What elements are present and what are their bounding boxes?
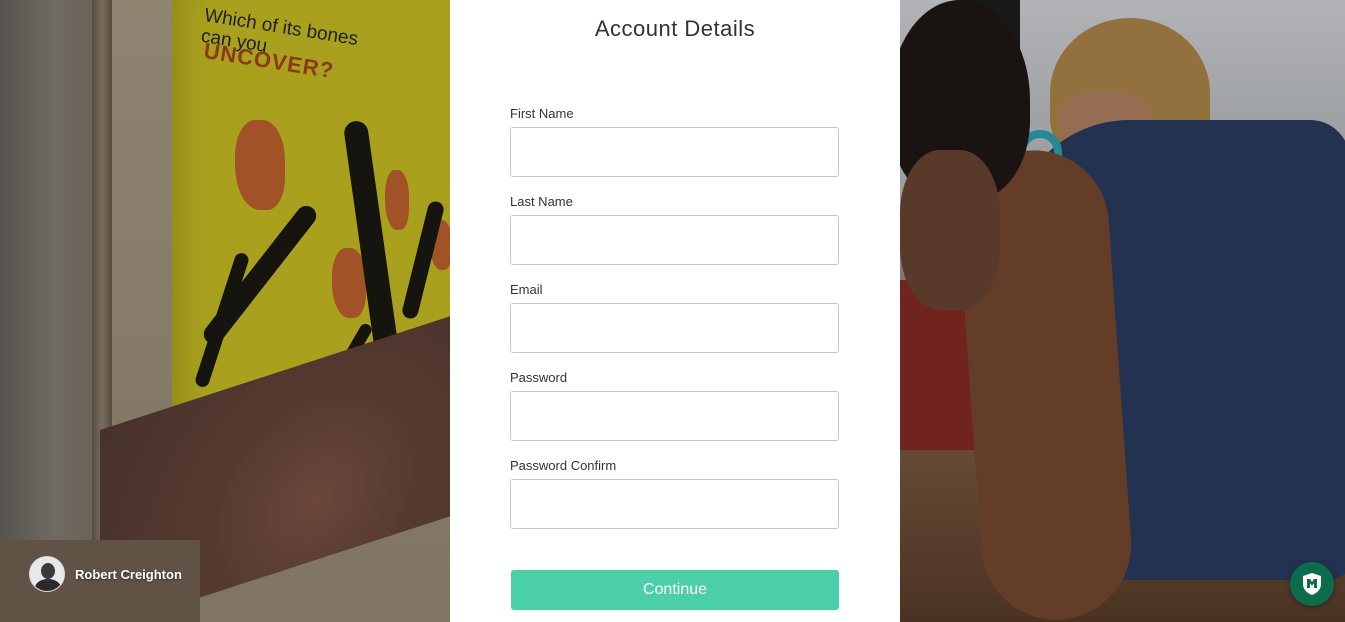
email-field: Email: [510, 282, 839, 353]
continue-button[interactable]: Continue: [511, 570, 839, 610]
first-name-field: First Name: [510, 106, 839, 177]
last-name-field: Last Name: [510, 194, 839, 265]
photo-shade: [900, 0, 1345, 622]
email-label: Email: [510, 282, 543, 297]
first-name-label: First Name: [510, 106, 574, 121]
background-photo-left: Which of its bones can you UNCOVER?: [0, 0, 450, 622]
avatar[interactable]: [29, 556, 65, 592]
email-input[interactable]: [510, 303, 839, 353]
account-details-panel: Account Details First Name Last Name Ema…: [450, 0, 900, 622]
background-photo-right: [900, 0, 1345, 622]
page-title: Account Details: [594, 16, 756, 41]
first-name-input[interactable]: [510, 127, 839, 177]
security-badge[interactable]: [1290, 562, 1334, 606]
shield-m-icon: [1303, 573, 1321, 595]
last-name-input[interactable]: [510, 215, 839, 265]
photo-credit[interactable]: Robert Creighton: [29, 556, 182, 592]
password-field: Password: [510, 370, 839, 441]
password-label: Password: [510, 370, 568, 385]
password-confirm-label: Password Confirm: [510, 458, 617, 473]
last-name-label: Last Name: [510, 194, 573, 209]
photo-shade: [0, 0, 450, 622]
photo-credit-name[interactable]: Robert Creighton: [75, 567, 182, 582]
avatar-body: [35, 579, 61, 591]
password-input[interactable]: [510, 391, 839, 441]
password-confirm-field: Password Confirm: [510, 458, 839, 529]
password-confirm-input[interactable]: [510, 479, 839, 529]
avatar-head: [41, 563, 55, 579]
